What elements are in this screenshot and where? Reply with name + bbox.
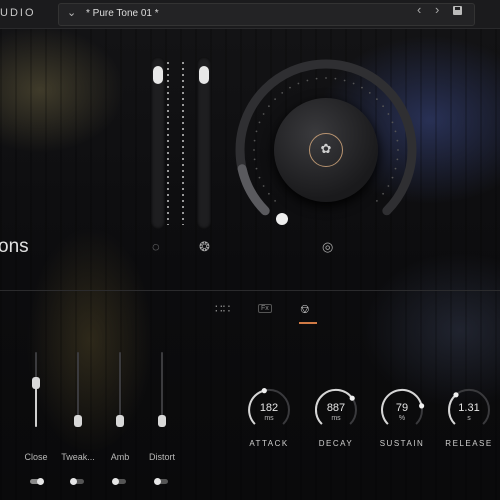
macro-slider-thumb[interactable] (74, 415, 82, 427)
main-slider-2[interactable] (197, 57, 211, 229)
macro-slider-thumb[interactable] (32, 377, 40, 390)
macro-toggle[interactable] (30, 478, 44, 485)
knob-tick (325, 77, 327, 79)
knob-tick (382, 105, 384, 108)
sliders-icon[interactable]: ⎊ (300, 302, 310, 317)
envelope-value: 79 (395, 402, 409, 414)
knob-tick (334, 77, 337, 80)
knob-tick (394, 130, 397, 133)
knob-tick (306, 79, 309, 82)
knob-tick (382, 192, 384, 195)
knob-tick (255, 130, 258, 133)
envelope-knob-indicator[interactable] (349, 395, 355, 401)
macro-toggle[interactable] (112, 478, 126, 485)
envelope-knob-indicator[interactable] (453, 392, 459, 398)
main-slider-1-scale (167, 60, 169, 225)
envelope-label: DECAY (318, 439, 354, 448)
envelope-knob-sustain[interactable]: 79% (379, 387, 425, 433)
envelope-unit: s (467, 415, 471, 422)
grid-icon[interactable]: ∷∷ (215, 302, 230, 316)
envelope-knob-release[interactable]: 1.31 s (446, 387, 492, 433)
knob-tick (274, 200, 276, 202)
envelope-unit: % (398, 415, 406, 422)
knob-tick (397, 149, 399, 151)
aperture-icon[interactable]: ❂ (199, 239, 210, 255)
knob-tick (391, 121, 394, 124)
knob-tick (396, 158, 399, 161)
envelope-label: ATTACK (249, 439, 289, 448)
main-slider-2-scale (182, 60, 184, 225)
brand-label: UDIO (0, 7, 36, 19)
knob-tick (368, 92, 371, 94)
knob-tick (394, 167, 397, 170)
macro-slider-thumb[interactable] (116, 415, 124, 427)
fx-icon[interactable]: Fx (258, 304, 272, 313)
circles-icon[interactable]: ◌ (152, 239, 160, 254)
main-slider-1[interactable] (151, 57, 165, 229)
envelope-unit: ms (331, 415, 341, 422)
active-tab-indicator (299, 322, 317, 324)
preset-selector[interactable]: ⌄ * Pure Tone 01 * (58, 3, 475, 26)
envelope-value: 887 (326, 402, 346, 414)
preset-name: * Pure Tone 01 * (86, 8, 159, 19)
knob-tick (258, 176, 261, 179)
knob-tick (262, 185, 265, 187)
knob-tick (268, 105, 270, 108)
knob-tick (253, 149, 255, 151)
top-bar: UDIO ⌄ * Pure Tone 01 * ‹ › (0, 0, 500, 29)
macro-label: Distort (148, 452, 175, 462)
macro-slider[interactable] (32, 352, 40, 427)
sparkle-badge-icon: ✿ (309, 133, 343, 167)
save-icon[interactable] (453, 6, 462, 15)
knob-tick (361, 86, 363, 89)
macro-slider[interactable] (74, 352, 82, 427)
knob-tick (268, 192, 270, 195)
envelope-label: RELEASE (445, 439, 493, 448)
envelope-knob-indicator[interactable] (261, 388, 267, 394)
knob-tick (297, 82, 300, 85)
main-slider-1-thumb[interactable] (153, 65, 163, 84)
knob-tick (352, 82, 355, 85)
knob-tick (274, 98, 276, 100)
knob-tick (343, 79, 346, 82)
macro-slider[interactable] (158, 352, 166, 427)
macro-toggle[interactable] (70, 478, 84, 485)
envelope-value: 182 (259, 402, 279, 414)
knob-tick (253, 139, 256, 142)
knob-tick (253, 158, 256, 161)
knob-tick (376, 200, 378, 202)
instrument-title: ons (0, 236, 29, 257)
envelope-knob-attack[interactable]: 182 ms (246, 387, 292, 433)
knob-tick (376, 98, 378, 100)
envelope-value: 1.31 (458, 402, 480, 414)
knob-tick (258, 121, 261, 124)
knob-tick (391, 176, 394, 179)
main-slider-2-thumb[interactable] (199, 65, 209, 84)
chevron-right-icon[interactable]: › (435, 2, 439, 17)
envelope-knob-decay[interactable]: 887 ms (313, 387, 359, 433)
macro-slider[interactable] (116, 352, 124, 427)
main-knob[interactable]: ✿ (234, 58, 418, 242)
knob-tick (281, 92, 284, 94)
knob-tick (255, 167, 258, 170)
section-divider (0, 290, 500, 291)
chevron-left-icon[interactable]: ‹ (417, 2, 421, 17)
chevron-down-icon[interactable]: ⌄ (67, 6, 76, 19)
main-knob-cap[interactable]: ✿ (274, 98, 378, 202)
knob-tick (262, 113, 265, 115)
knob-tick (387, 113, 390, 115)
knob-tick (315, 77, 318, 80)
main-knob-indicator[interactable] (276, 213, 288, 225)
knob-tick (289, 86, 291, 89)
macro-slider-thumb[interactable] (158, 415, 166, 427)
knob-tick (396, 139, 399, 142)
macro-toggle[interactable] (154, 478, 168, 485)
target-icon[interactable]: ◎ (322, 239, 333, 255)
envelope-label: SUSTAIN (379, 439, 425, 448)
envelope-unit: ms (264, 415, 274, 422)
knob-tick (387, 185, 390, 187)
